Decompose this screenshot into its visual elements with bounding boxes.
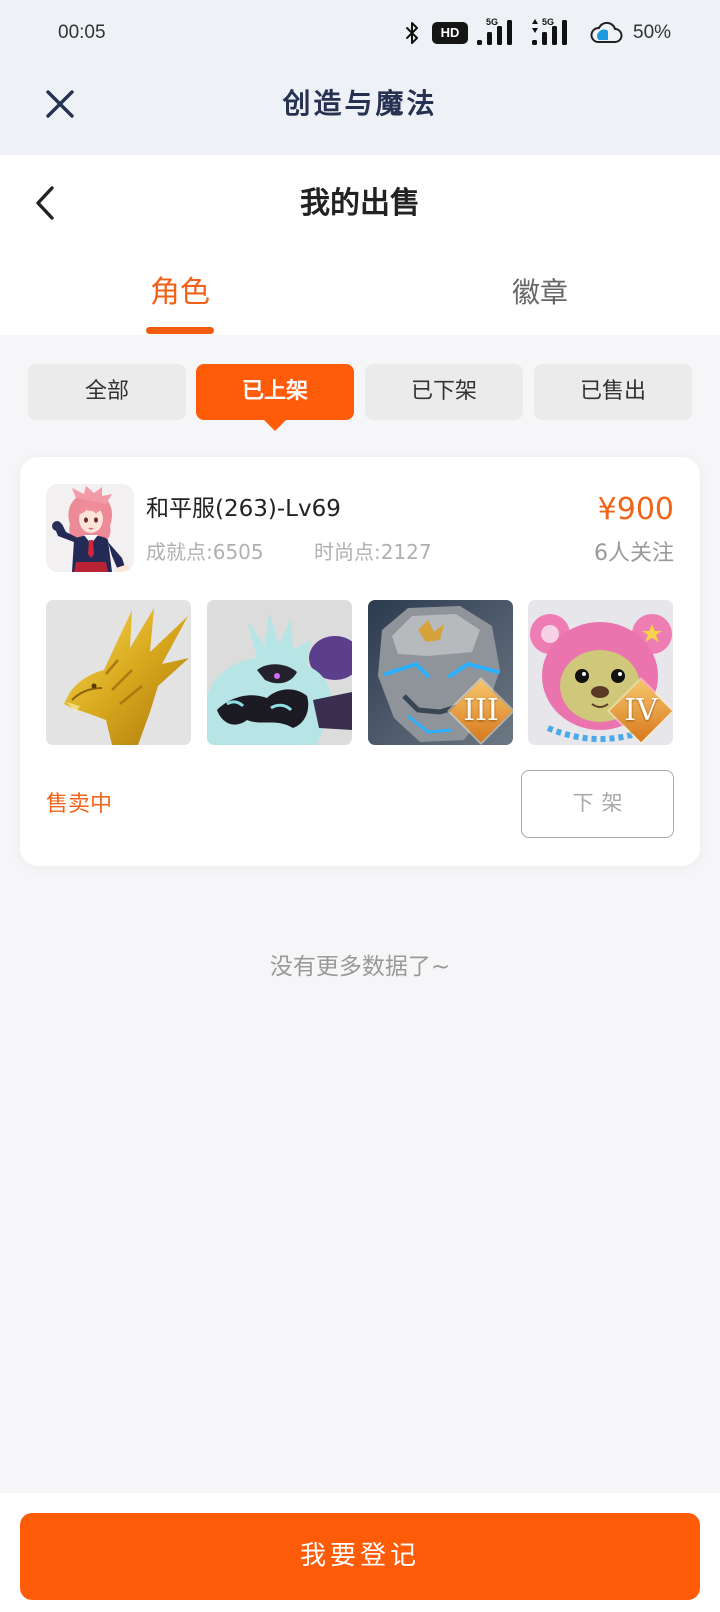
end-of-list-note: 没有更多数据了~	[269, 954, 451, 980]
character-avatar	[46, 484, 134, 572]
character-name: 和平服(263)-Lv69	[146, 496, 341, 522]
tab-roles[interactable]: 角色	[90, 272, 270, 314]
badge-label: III	[463, 693, 499, 728]
achievement-points: 成就点:6505	[146, 540, 264, 564]
register-button[interactable]: 我要登记	[20, 1513, 700, 1600]
filter-all[interactable]: 全部	[28, 364, 186, 420]
page-title: 我的出售	[300, 186, 420, 221]
bottom-bar: 我要登记	[0, 1493, 720, 1612]
item-thumbnail[interactable]	[207, 600, 352, 745]
status-time: 00:05	[58, 22, 106, 43]
listing-status: 售卖中	[46, 792, 113, 817]
active-tab-indicator	[146, 327, 214, 334]
price: ¥900	[597, 492, 674, 527]
signal-icon: 5G	[476, 17, 520, 46]
network-type-label: 5G	[542, 17, 555, 27]
fashion-points: 时尚点:2127	[314, 540, 432, 564]
tab-bar: 角色 徽章	[0, 250, 720, 335]
bluetooth-icon	[405, 21, 419, 45]
battery-level: 50%	[633, 22, 672, 43]
filter-listed[interactable]: 已上架	[196, 364, 354, 420]
listing-card[interactable]: 和平服(263)-Lv69 成就点:6505 时尚点:2127 ¥900 6人关…	[20, 457, 700, 866]
active-filter-pointer	[264, 420, 286, 431]
signal-icon: 5G	[529, 17, 575, 46]
badge-label: IV	[624, 693, 658, 728]
cloud-icon	[588, 21, 624, 45]
network-type-label: 5G	[486, 17, 499, 27]
filter-delisted[interactable]: 已下架	[365, 364, 523, 420]
tab-badges[interactable]: 徽章	[450, 272, 630, 314]
follower-count: 6人关注	[594, 541, 674, 566]
app-bar: 创造与魔法	[0, 62, 720, 155]
content-area: 全部 已上架 已下架 已售出 和平服(263)-Lv69 成就点:6505 时尚…	[0, 335, 720, 1493]
page-header: 我的出售	[0, 155, 720, 250]
status-bar: 00:05 HD 5G 5G 50%	[0, 0, 720, 62]
app-title: 创造与魔法	[282, 87, 438, 120]
rank-badge: III	[449, 679, 513, 743]
hd-icon: HD	[432, 22, 468, 44]
item-thumbnail[interactable]	[46, 600, 191, 745]
filter-sold[interactable]: 已售出	[534, 364, 692, 420]
delist-button[interactable]: 下架	[521, 770, 674, 838]
item-thumbnail[interactable]: III	[368, 600, 513, 745]
rank-badge: IV	[609, 679, 673, 743]
item-thumbnail[interactable]: IV	[528, 600, 673, 745]
